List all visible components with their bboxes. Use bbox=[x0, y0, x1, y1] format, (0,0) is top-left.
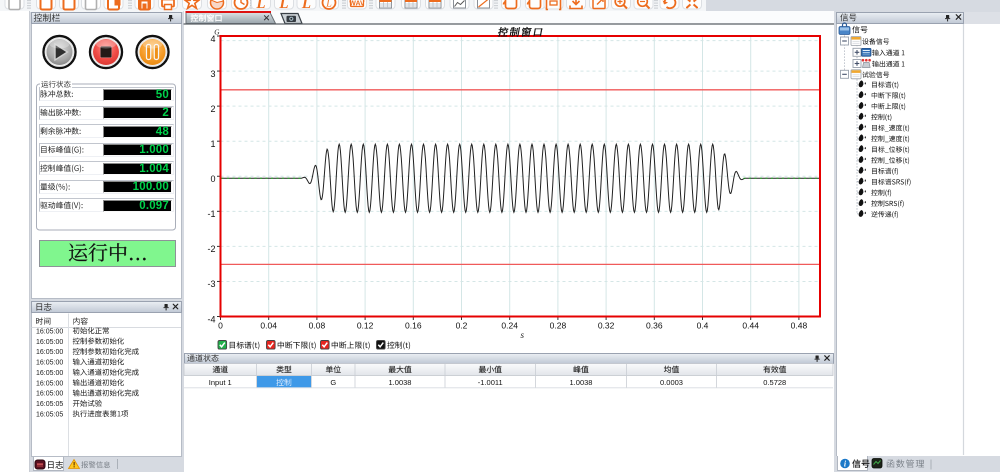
svg-text:0.04: 0.04 bbox=[260, 320, 277, 330]
svg-text:16:05:00: 16:05:00 bbox=[36, 391, 63, 398]
svg-text:0.16: 0.16 bbox=[405, 320, 422, 330]
svg-text:Input 1: Input 1 bbox=[209, 378, 232, 387]
svg-text:0.44: 0.44 bbox=[742, 320, 759, 330]
svg-text:G: G bbox=[330, 378, 336, 387]
svg-text:0: 0 bbox=[210, 174, 215, 184]
svg-text:16:05:05: 16:05:05 bbox=[36, 411, 63, 418]
svg-text:0.5728: 0.5728 bbox=[763, 378, 786, 387]
svg-text:16:05:00: 16:05:00 bbox=[36, 339, 63, 346]
svg-text:-4: -4 bbox=[207, 314, 215, 324]
svg-text:0.08: 0.08 bbox=[309, 320, 326, 330]
svg-text:0.4: 0.4 bbox=[697, 320, 709, 330]
svg-text:16:05:00: 16:05:00 bbox=[36, 328, 63, 335]
svg-text:G: G bbox=[214, 29, 220, 37]
svg-text:16:05:00: 16:05:00 bbox=[36, 349, 63, 356]
svg-text:-2: -2 bbox=[207, 244, 215, 254]
svg-text:1: 1 bbox=[210, 139, 215, 149]
svg-text:0.12: 0.12 bbox=[357, 320, 374, 330]
svg-text:0.32: 0.32 bbox=[598, 320, 615, 330]
svg-text:L: L bbox=[278, 0, 288, 12]
svg-text:0.24: 0.24 bbox=[501, 320, 518, 330]
svg-text:16:05:05: 16:05:05 bbox=[36, 401, 63, 408]
svg-text:3: 3 bbox=[210, 69, 215, 79]
svg-text:0.0003: 0.0003 bbox=[660, 378, 683, 387]
svg-text:16:05:00: 16:05:00 bbox=[36, 360, 63, 367]
svg-text:-3: -3 bbox=[207, 279, 215, 289]
svg-text:L: L bbox=[255, 0, 265, 12]
svg-text:L: L bbox=[301, 0, 311, 12]
svg-text:0.28: 0.28 bbox=[550, 320, 567, 330]
svg-text:0.2: 0.2 bbox=[456, 320, 468, 330]
svg-text:16:05:00: 16:05:00 bbox=[36, 380, 63, 387]
svg-text:L: L bbox=[325, 0, 332, 10]
svg-text:-1.0011: -1.0011 bbox=[478, 378, 503, 387]
svg-text:0.48: 0.48 bbox=[791, 320, 808, 330]
svg-text:0: 0 bbox=[218, 320, 223, 330]
svg-text:1.0038: 1.0038 bbox=[570, 378, 593, 387]
svg-text:0.36: 0.36 bbox=[646, 320, 663, 330]
svg-text:1.0038: 1.0038 bbox=[389, 378, 412, 387]
svg-text:s: s bbox=[520, 330, 524, 340]
svg-text:2: 2 bbox=[210, 104, 215, 114]
svg-text:-1: -1 bbox=[207, 209, 215, 219]
svg-text:16:05:00: 16:05:00 bbox=[36, 370, 63, 377]
